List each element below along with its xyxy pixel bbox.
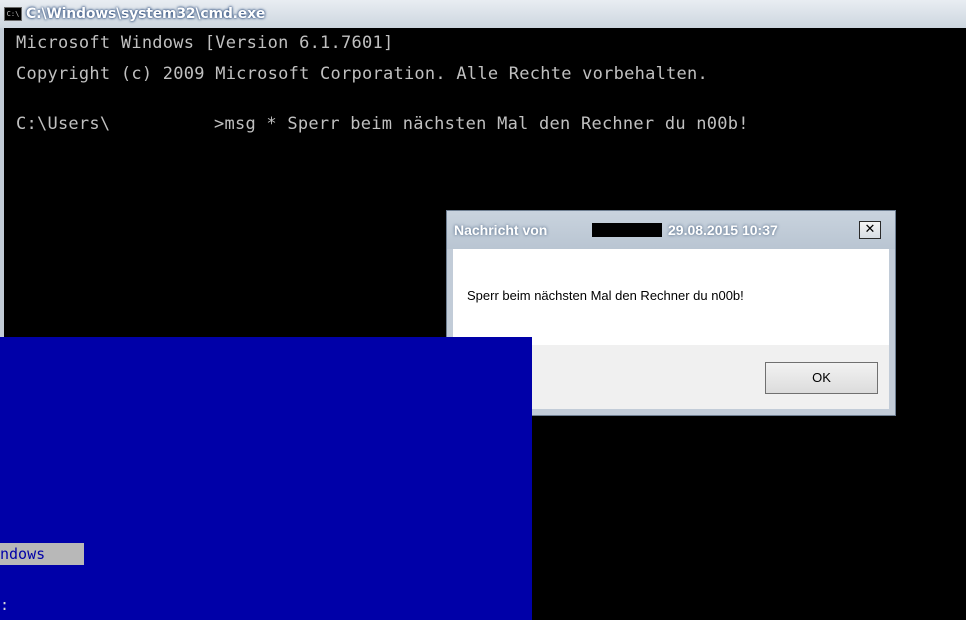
screen: C:\ C:\Windows\system32\cmd.exe Microsof… xyxy=(0,0,966,620)
cmd-titlebar[interactable]: C:\ C:\Windows\system32\cmd.exe xyxy=(0,0,966,28)
dialog-title-datetime: 29.08.2015 10:37 xyxy=(668,222,778,238)
dialog-message-text: Sperr beim nächsten Mal den Rechner du n… xyxy=(467,288,744,303)
close-icon: ✕ xyxy=(864,222,876,237)
console-copyright-line: Copyright (c) 2009 Microsoft Corporation… xyxy=(16,64,709,84)
dialog-titlebar[interactable]: Nachricht von 29.08.2015 10:37 ✕ xyxy=(447,211,895,249)
ok-button[interactable]: OK xyxy=(765,362,878,394)
console-version-line: Microsoft Windows [Version 6.1.7601] xyxy=(16,33,394,53)
cmd-app-icon[interactable]: C:\ xyxy=(4,7,22,21)
console-prompt-path: C:\Users\ xyxy=(16,114,111,134)
window-title: C:\Windows\system32\cmd.exe xyxy=(26,6,266,22)
console-command: >msg * Sperr beim nächsten Mal den Rechn… xyxy=(214,114,749,134)
dialog-title-prefix: Nachricht von xyxy=(454,222,548,238)
redacted-sender-name xyxy=(592,223,662,237)
boot-menu-selected-item[interactable]: ndows xyxy=(0,543,84,565)
boot-screen-prompt: : xyxy=(0,596,10,614)
close-button[interactable]: ✕ xyxy=(859,221,881,239)
console-cursor xyxy=(16,162,28,178)
dialog-message-area: Sperr beim nächsten Mal den Rechner du n… xyxy=(453,249,889,345)
boot-screen-overlay: ndows : xyxy=(0,337,532,620)
